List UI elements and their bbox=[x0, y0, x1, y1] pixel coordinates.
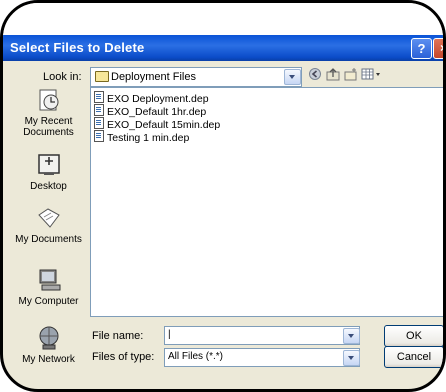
document-icon bbox=[94, 91, 104, 103]
file-name-dropdown-arrow[interactable] bbox=[343, 328, 360, 344]
new-folder-icon[interactable] bbox=[343, 67, 359, 83]
views-menu-icon[interactable] bbox=[361, 67, 383, 83]
place-my-documents[interactable]: My Documents bbox=[9, 205, 88, 245]
look-in-dropdown[interactable]: Deployment Files bbox=[90, 67, 302, 87]
my-computer-icon bbox=[36, 267, 62, 293]
places-bar: My Recent Documents Desktop My Documents… bbox=[9, 87, 88, 377]
place-my-network[interactable]: My Network bbox=[9, 325, 88, 365]
place-label: Desktop bbox=[30, 181, 67, 192]
title-bar[interactable]: Select Files to Delete ? × bbox=[3, 35, 443, 61]
dialog-title: Select Files to Delete bbox=[10, 40, 145, 55]
place-my-computer[interactable]: My Computer bbox=[9, 267, 88, 307]
look-in-value: Deployment Files bbox=[111, 71, 196, 83]
document-icon bbox=[94, 130, 104, 142]
desktop-icon bbox=[36, 152, 62, 178]
my-network-icon bbox=[36, 325, 62, 351]
place-label: My Documents bbox=[15, 234, 82, 245]
file-item[interactable]: EXO Deployment.dep bbox=[94, 91, 209, 105]
document-icon bbox=[94, 104, 104, 116]
close-button[interactable]: × bbox=[433, 38, 443, 59]
files-of-type-value: All Files (*.*) bbox=[168, 351, 224, 362]
folder-icon bbox=[95, 71, 109, 82]
file-item-label: Testing 1 min.dep bbox=[107, 132, 190, 144]
place-label: My Computer bbox=[18, 296, 79, 307]
frame-top-margin bbox=[3, 3, 443, 35]
file-list[interactable]: EXO Deployment.dep EXO_Default 1hr.dep E… bbox=[90, 87, 443, 317]
recent-documents-icon bbox=[36, 87, 62, 113]
look-in-label: Look in: bbox=[43, 71, 82, 83]
file-name-input[interactable]: | bbox=[164, 326, 360, 345]
file-item[interactable]: Testing 1 min.dep bbox=[94, 130, 190, 144]
file-name-value: | bbox=[168, 329, 171, 340]
place-desktop[interactable]: Desktop bbox=[9, 152, 88, 192]
cancel-button[interactable]: Cancel bbox=[384, 346, 443, 368]
up-folder-icon[interactable] bbox=[325, 67, 341, 83]
back-icon[interactable] bbox=[307, 67, 323, 83]
files-of-type-dropdown[interactable]: All Files (*.*) bbox=[164, 348, 360, 367]
dialog-frame: Select Files to Delete ? × Look in: Depl… bbox=[0, 0, 446, 392]
place-label: My Network bbox=[22, 354, 75, 365]
place-label: Documents bbox=[23, 127, 74, 138]
document-icon bbox=[94, 117, 104, 129]
help-button[interactable]: ? bbox=[411, 38, 432, 59]
place-recent-documents[interactable]: My Recent Documents bbox=[9, 87, 88, 138]
file-name-label: File name: bbox=[92, 330, 144, 342]
file-item[interactable]: EXO_Default 15min.dep bbox=[94, 117, 220, 131]
look-in-dropdown-arrow[interactable] bbox=[284, 69, 301, 85]
file-item[interactable]: EXO_Default 1hr.dep bbox=[94, 104, 206, 118]
place-label: My Recent bbox=[24, 116, 73, 127]
my-documents-icon bbox=[36, 205, 62, 231]
files-of-type-dropdown-arrow[interactable] bbox=[343, 350, 360, 366]
ok-button[interactable]: OK bbox=[384, 325, 443, 347]
files-of-type-label: Files of type: bbox=[92, 351, 155, 363]
